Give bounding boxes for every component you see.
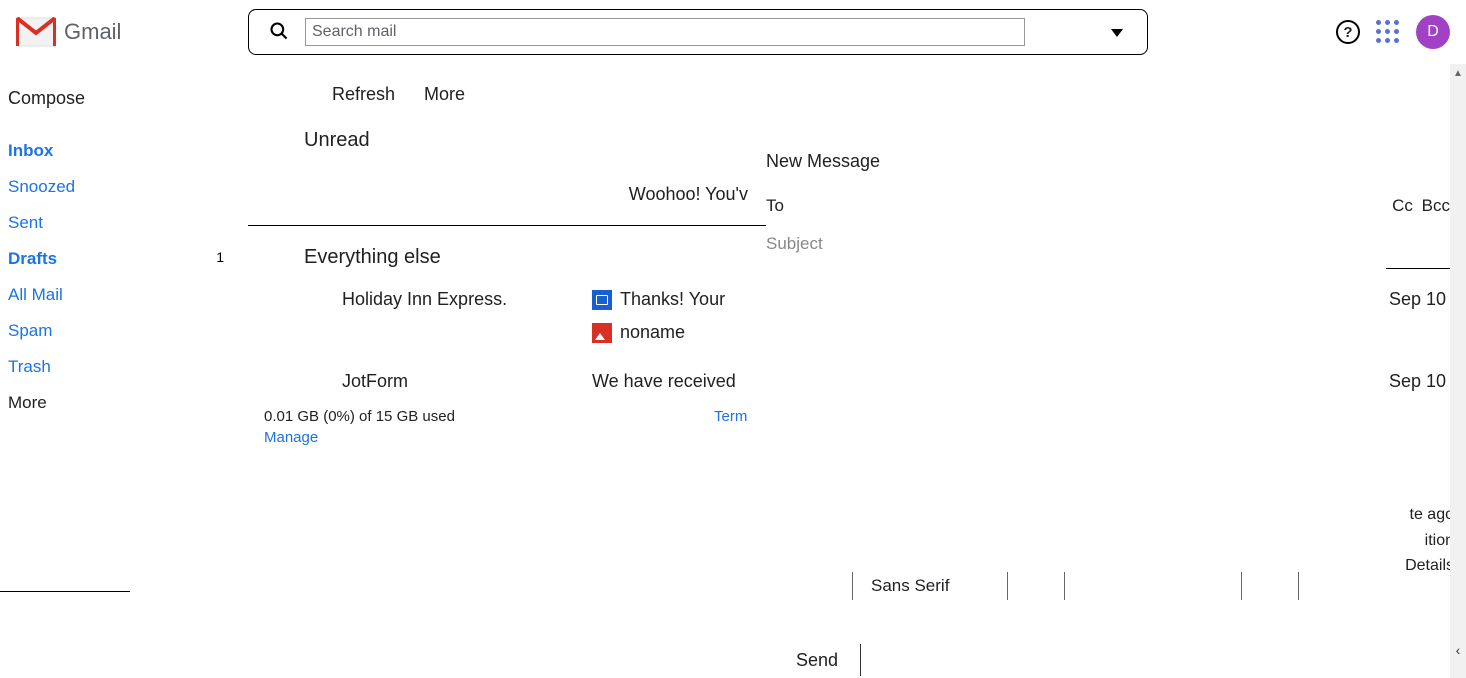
- mail-subject: We have received: [592, 371, 736, 392]
- sidebar-item-spam[interactable]: Spam: [0, 313, 248, 349]
- compose-cc-link[interactable]: Cc: [1392, 196, 1413, 215]
- mail-toolbar: Refresh More: [248, 64, 1466, 117]
- attachment-name[interactable]: noname: [620, 322, 685, 343]
- search-input[interactable]: [305, 18, 1025, 46]
- send-button[interactable]: Send: [784, 650, 850, 671]
- more-button[interactable]: More: [424, 84, 465, 104]
- mail-row[interactable]: Holiday Inn Express. Thanks! Your noname…: [248, 281, 1466, 351]
- format-toolbar: Sans Serif: [844, 568, 1307, 604]
- compose-title: New Message: [766, 151, 1450, 188]
- mail-subject: Thanks! Your: [620, 289, 725, 310]
- mail-date: Sep 10: [1346, 371, 1466, 392]
- briefcase-icon: [592, 290, 612, 310]
- send-options-divider[interactable]: [860, 644, 861, 676]
- search-options-dropdown[interactable]: [1099, 24, 1135, 40]
- sidebar-item-sent[interactable]: Sent: [0, 205, 248, 241]
- compose-button[interactable]: Compose: [0, 72, 248, 133]
- compose-to-field[interactable]: To: [766, 196, 784, 216]
- compose-window: New Message To Cc Bcc Subject: [766, 151, 1450, 269]
- activity-text: te ago: [1405, 502, 1454, 528]
- refresh-button[interactable]: Refresh: [332, 84, 395, 104]
- sidebar-item-label: Inbox: [8, 141, 53, 161]
- drafts-count: 1: [216, 249, 224, 269]
- search-icon[interactable]: [261, 21, 297, 44]
- app-name: Gmail: [64, 19, 121, 45]
- account-avatar[interactable]: D: [1416, 15, 1450, 49]
- sidebar-item-inbox[interactable]: Inbox: [0, 133, 248, 169]
- compose-divider: [1386, 268, 1450, 269]
- mail-sender: Holiday Inn Express.: [342, 289, 592, 310]
- sidebar-item-allmail[interactable]: All Mail: [0, 277, 248, 313]
- manage-link[interactable]: Manage: [264, 425, 714, 446]
- image-attachment-icon: [592, 323, 612, 343]
- sidebar-item-drafts[interactable]: Drafts 1: [0, 241, 248, 277]
- search-bar[interactable]: [248, 9, 1148, 55]
- sidebar-divider: [0, 591, 130, 592]
- sidebar-item-label: Drafts: [8, 249, 57, 269]
- gmail-logo-icon: [16, 17, 56, 47]
- sidebar-item-label: Trash: [8, 357, 51, 377]
- storage-text: 0.01 GB (0%) of 15 GB used: [264, 408, 455, 425]
- side-panel-toggle-icon[interactable]: ‹: [1456, 642, 1461, 658]
- mail-sender: JotForm: [342, 371, 592, 392]
- sidebar-item-label: Spam: [8, 321, 52, 341]
- sidebar-item-snoozed[interactable]: Snoozed: [0, 169, 248, 205]
- terms-link[interactable]: Term: [714, 408, 747, 446]
- font-selector[interactable]: Sans Serif: [861, 576, 959, 596]
- sidebar-item-label: All Mail: [8, 285, 63, 305]
- right-rail: ▲ ‹: [1450, 64, 1466, 678]
- compose-bcc-link[interactable]: Bcc: [1422, 196, 1450, 215]
- mail-row[interactable]: JotForm We have received Sep 10: [248, 351, 1466, 400]
- sidebar-item-label: Snoozed: [8, 177, 75, 197]
- unread-empty-message: Woohoo! You'v: [248, 164, 748, 225]
- scroll-up-icon[interactable]: ▲: [1453, 68, 1463, 79]
- mail-date: Sep 10: [1346, 289, 1466, 310]
- support-icon[interactable]: ?: [1336, 20, 1360, 44]
- compose-subject-field[interactable]: Subject: [766, 224, 1450, 268]
- details-link[interactable]: Details: [1405, 553, 1454, 579]
- sidebar: Compose Inbox Snoozed Sent Drafts 1 All M…: [0, 64, 248, 678]
- gmail-logo-area[interactable]: Gmail: [16, 17, 248, 47]
- sidebar-item-trash[interactable]: Trash: [0, 349, 248, 385]
- apps-grid-icon[interactable]: [1376, 20, 1400, 44]
- sidebar-more[interactable]: More: [0, 385, 248, 421]
- activity-text: ition: [1405, 528, 1454, 554]
- sidebar-item-label: Sent: [8, 213, 43, 233]
